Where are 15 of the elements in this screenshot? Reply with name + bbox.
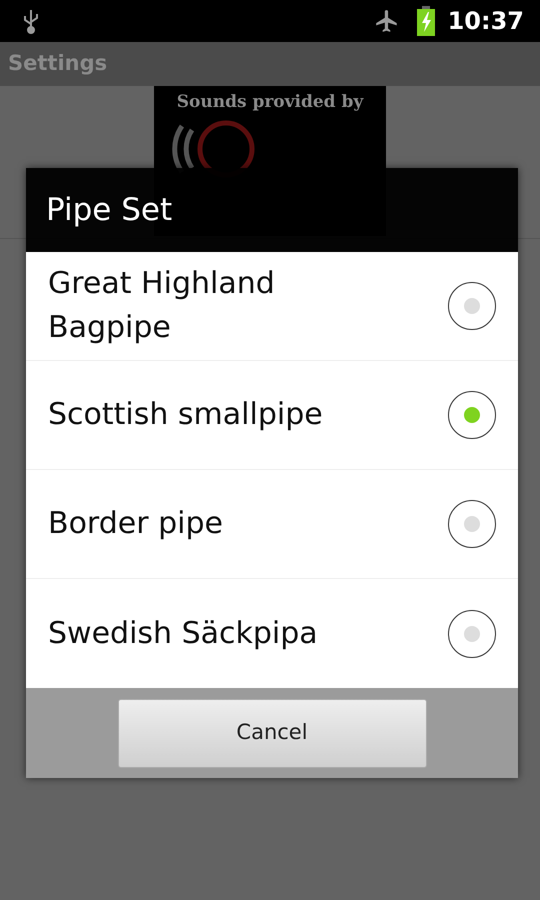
radio-button[interactable] [448,391,496,439]
clock: 10:37 [448,6,524,37]
banner-caption: Sounds provided by [176,91,364,114]
cancel-button[interactable]: Cancel [118,698,426,768]
radio-button[interactable] [448,500,496,548]
option-label: Border pipe [48,505,224,543]
app-title: Settings [8,50,108,78]
option-label: Great Highland Bagpipe [48,265,276,347]
airplane-icon [374,8,400,34]
dialog-title: Pipe Set [46,190,172,230]
option-label: Swedish Säckpipa [48,614,319,652]
option-label: Scottish smallpipe [48,396,324,434]
radio-button[interactable] [448,282,496,330]
usb-icon [22,8,40,34]
radio-button[interactable] [448,610,496,658]
